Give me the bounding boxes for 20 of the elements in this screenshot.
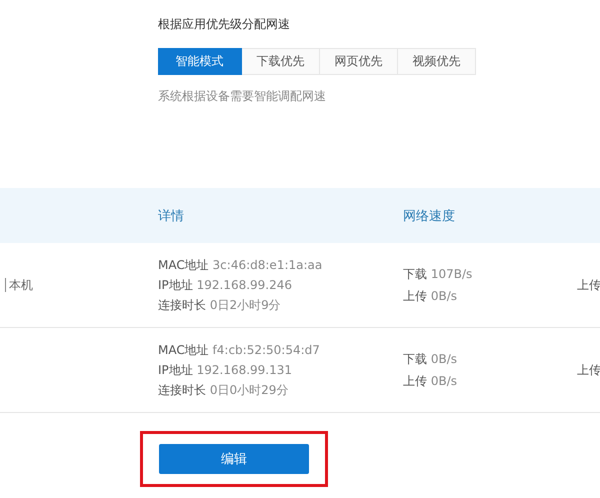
mode-description: 系统根据设备需要智能调配网速 bbox=[158, 88, 327, 105]
mode-tab[interactable]: 网页优先 bbox=[320, 48, 398, 75]
mode-tab[interactable]: 下载优先 bbox=[242, 48, 320, 75]
detail-line: IP地址 192.168.99.246 bbox=[158, 277, 294, 294]
edit-button[interactable]: 编辑 bbox=[159, 444, 309, 474]
detail-line: IP地址 192.168.99.131 bbox=[158, 362, 294, 379]
column-header: 网络速度 bbox=[403, 208, 456, 224]
mode-tab[interactable]: 视频优先 bbox=[398, 48, 476, 75]
speed-line: 下载 0B/s bbox=[403, 351, 458, 368]
device-name: 本机 bbox=[9, 276, 33, 294]
detail-line: 连接时长 0日2小时9分 bbox=[158, 297, 282, 314]
detail-line: MAC地址 3c:46:d8:e1:1a:aa bbox=[158, 257, 324, 274]
section-title: 根据应用优先级分配网速 bbox=[158, 16, 291, 33]
speed-line: 上传 0B/s bbox=[403, 373, 458, 390]
column-header: 详情 bbox=[158, 208, 185, 224]
detail-line: MAC地址 f4:cb:52:50:54:d7 bbox=[158, 342, 321, 359]
speed-line: 上传 0B/s bbox=[403, 288, 458, 305]
detail-line: 连接时长 0日0小时29分 bbox=[158, 382, 290, 399]
speed-line: 下载 107B/s bbox=[403, 266, 474, 283]
mode-tab[interactable]: 智能模式 bbox=[158, 48, 242, 75]
